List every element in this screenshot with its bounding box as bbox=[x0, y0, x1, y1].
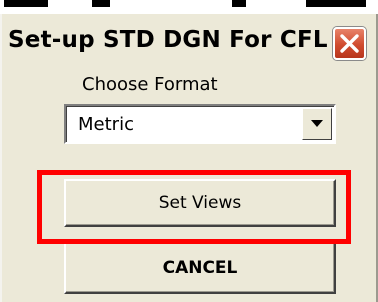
dialog-title: Set-up STD DGN For CFL bbox=[8, 27, 328, 53]
dropdown-button[interactable] bbox=[302, 108, 332, 140]
dialog-body: Choose Format Metric Set Views CANCEL bbox=[2, 66, 376, 302]
close-button[interactable] bbox=[333, 27, 366, 60]
setup-dialog: Set-up STD DGN For CFL Choose Format Met… bbox=[0, 14, 378, 302]
chevron-down-icon bbox=[311, 120, 323, 127]
set-views-button[interactable]: Set Views bbox=[64, 179, 336, 227]
background-artifact bbox=[92, 0, 110, 7]
format-select[interactable]: Metric bbox=[64, 104, 336, 144]
background-artifact bbox=[232, 0, 246, 7]
background-artifact bbox=[306, 0, 366, 7]
title-bar[interactable]: Set-up STD DGN For CFL bbox=[2, 14, 376, 66]
cancel-button[interactable]: CANCEL bbox=[64, 242, 336, 294]
format-selected-value: Metric bbox=[78, 114, 134, 135]
background-artifact bbox=[4, 0, 48, 7]
background-window-strip bbox=[0, 0, 378, 14]
close-icon bbox=[340, 34, 359, 53]
format-label: Choose Format bbox=[82, 74, 218, 95]
